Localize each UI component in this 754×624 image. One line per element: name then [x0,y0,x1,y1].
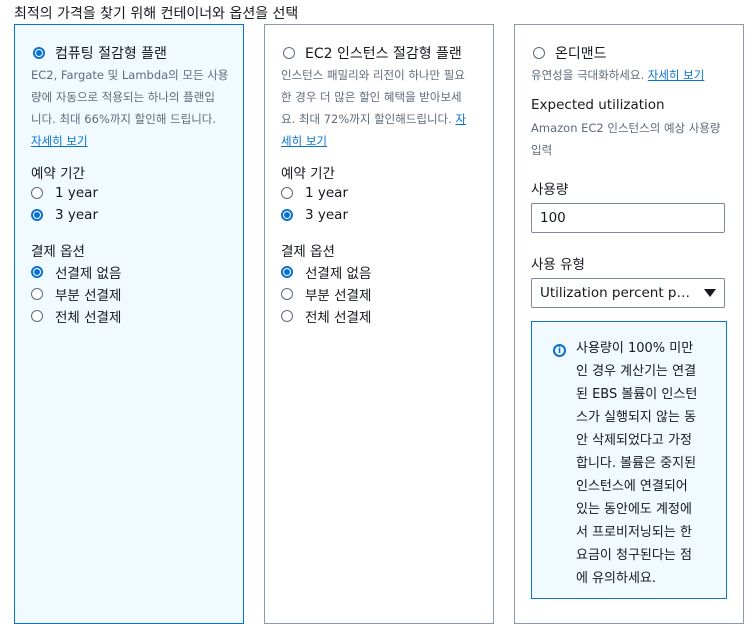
pay-none-option[interactable]: 선결제 없음 [281,262,371,282]
ec2-savings-plan-title: EC2 인스턴스 절감형 플랜 [305,46,462,62]
pay-all-label: 전체 선결제 [305,310,372,326]
term-1-year-label: 1 year [55,185,98,201]
term-3-year-label: 3 year [55,207,98,223]
usage-label: 사용량 [531,182,569,198]
info-line: 인 경우 계산기는 연결 [576,364,697,379]
compute-savings-plan-radio[interactable] [33,47,45,59]
term-3-year-option[interactable]: 3 year [31,207,98,223]
term-1-year-radio[interactable] [31,187,43,199]
info-alert-text: 사용량이 100% 미만 인 경우 계산기는 연결 된 EBS 볼륨이 인스턴 … [576,337,704,590]
info-line: 스가 실행되지 않는 동 [576,410,697,425]
pay-all-option[interactable]: 전체 선결제 [281,306,371,326]
pay-none-option[interactable]: 선결제 없음 [31,262,121,282]
payment-label: 결제 옵션 [281,244,335,260]
info-line: 합니다. 볼륨은 중지된 [576,456,697,471]
pay-partial-option[interactable]: 부분 선결제 [31,284,121,304]
on-demand-card[interactable]: 온디맨드 유연성을 극대화하세요. 자세히 보기 Expected utiliz… [514,24,744,624]
term-3-year-option[interactable]: 3 year [281,207,348,223]
ec2-savings-plan-option[interactable]: EC2 인스턴스 절감형 플랜 [283,43,462,63]
info-icon: i [553,344,566,357]
on-demand-title: 온디맨드 [555,46,607,62]
compute-savings-plan-card[interactable]: 컴퓨팅 절감형 플랜 EC2, Fargate 및 Lambda의 모든 사용 … [14,24,244,624]
desc-line: 한 경우 더 많은 할인 혜택을 받아보세 [281,90,462,104]
usage-type-label: 사용 유형 [531,257,585,273]
desc-line: EC2, Fargate 및 Lambda의 모든 사용 [31,68,229,82]
info-line: 요금이 청구된다는 점 [576,548,692,563]
learn-more-link[interactable]: 자세히 보기 [31,134,88,148]
pay-partial-option[interactable]: 부분 선결제 [281,284,371,304]
desc-line: 요. 최대 72%까지 할인해드립니다. [281,112,456,126]
pay-all-radio[interactable] [31,310,43,322]
pay-none-radio[interactable] [31,266,43,278]
pay-all-radio[interactable] [281,310,293,322]
desc-line: 인스턴스 패밀리와 리전이 하나만 필요 [281,68,465,82]
pay-all-option[interactable]: 전체 선결제 [31,306,121,326]
on-demand-description: 유연성을 극대화하세요. 자세히 보기 [531,64,704,86]
term-1-year-option[interactable]: 1 year [31,185,98,201]
usage-type-select[interactable]: Utilization percent per month [531,278,725,308]
term-label: 예약 기간 [281,166,335,182]
usage-input[interactable]: 100 [531,203,725,233]
info-line: 있는 동안에도 계정에 [576,502,692,517]
usage-type-value: Utilization percent per month [540,285,696,301]
caret-down-icon [704,289,716,297]
pay-partial-label: 부분 선결제 [55,288,122,304]
info-line: 에 유의하세요. [576,571,657,586]
compute-savings-plan-option[interactable]: 컴퓨팅 절감형 플랜 [33,43,167,63]
learn-more-link[interactable]: 자 [455,112,466,126]
term-label: 예약 기간 [31,166,85,182]
term-3-year-label: 3 year [305,207,348,223]
learn-more-link[interactable]: 자세히 보기 [648,68,705,82]
on-demand-radio[interactable] [533,47,545,59]
info-alert: i 사용량이 100% 미만 인 경우 계산기는 연결 된 EBS 볼륨이 인스… [531,321,727,599]
help-line: Amazon EC2 인스턴스의 예상 사용량 [531,121,721,135]
pay-all-label: 전체 선결제 [55,310,122,326]
pay-partial-radio[interactable] [31,288,43,300]
pay-none-radio[interactable] [281,266,293,278]
info-line: 사용량이 100% 미만 [576,341,694,356]
ec2-savings-plan-radio[interactable] [283,47,295,59]
term-1-year-radio[interactable] [281,187,293,199]
on-demand-option[interactable]: 온디맨드 [533,43,607,63]
ec2-savings-plan-card[interactable]: EC2 인스턴스 절감형 플랜 인스턴스 패밀리와 리전이 하나만 필요 한 경… [264,24,494,624]
ec2-savings-plan-description: 인스턴스 패밀리와 리전이 하나만 필요 한 경우 더 많은 할인 혜택을 받아… [281,64,466,152]
pay-none-label: 선결제 없음 [305,266,372,282]
info-line: 인스턴스에 연결되어 [576,479,688,494]
help-line: 입력 [531,143,553,157]
payment-label: 결제 옵션 [31,244,85,260]
term-3-year-radio[interactable] [31,209,43,221]
term-1-year-label: 1 year [305,185,348,201]
desc-line: 량에 자동으로 적용되는 하나의 플랜입 [31,90,215,104]
page-title: 최적의 가격을 찾기 위해 컨테이너와 옵션을 선택 [14,6,299,22]
info-line: 된 EBS 볼륨이 인스턴 [576,387,698,402]
compute-savings-plan-description: EC2, Fargate 및 Lambda의 모든 사용 량에 자동으로 적용되… [31,64,228,152]
learn-more-link-cont[interactable]: 세히 보기 [281,134,327,148]
info-line: 안 삭제되었다고 가정 [576,433,692,448]
compute-savings-plan-title: 컴퓨팅 절감형 플랜 [55,46,167,62]
pay-partial-radio[interactable] [281,288,293,300]
expected-utilization-help: Amazon EC2 인스턴스의 예상 사용량 입력 [531,117,721,161]
pay-none-label: 선결제 없음 [55,266,122,282]
desc-line: 니다. 최대 66%까지 할인해 드립니다. [31,112,217,126]
term-1-year-option[interactable]: 1 year [281,185,348,201]
desc-text: 유연성을 극대화하세요. [531,68,648,82]
pay-partial-label: 부분 선결제 [305,288,372,304]
term-3-year-radio[interactable] [281,209,293,221]
expected-utilization-label: Expected utilization [531,97,665,113]
info-line: 서 프로비저닝되는 한 [576,525,692,540]
